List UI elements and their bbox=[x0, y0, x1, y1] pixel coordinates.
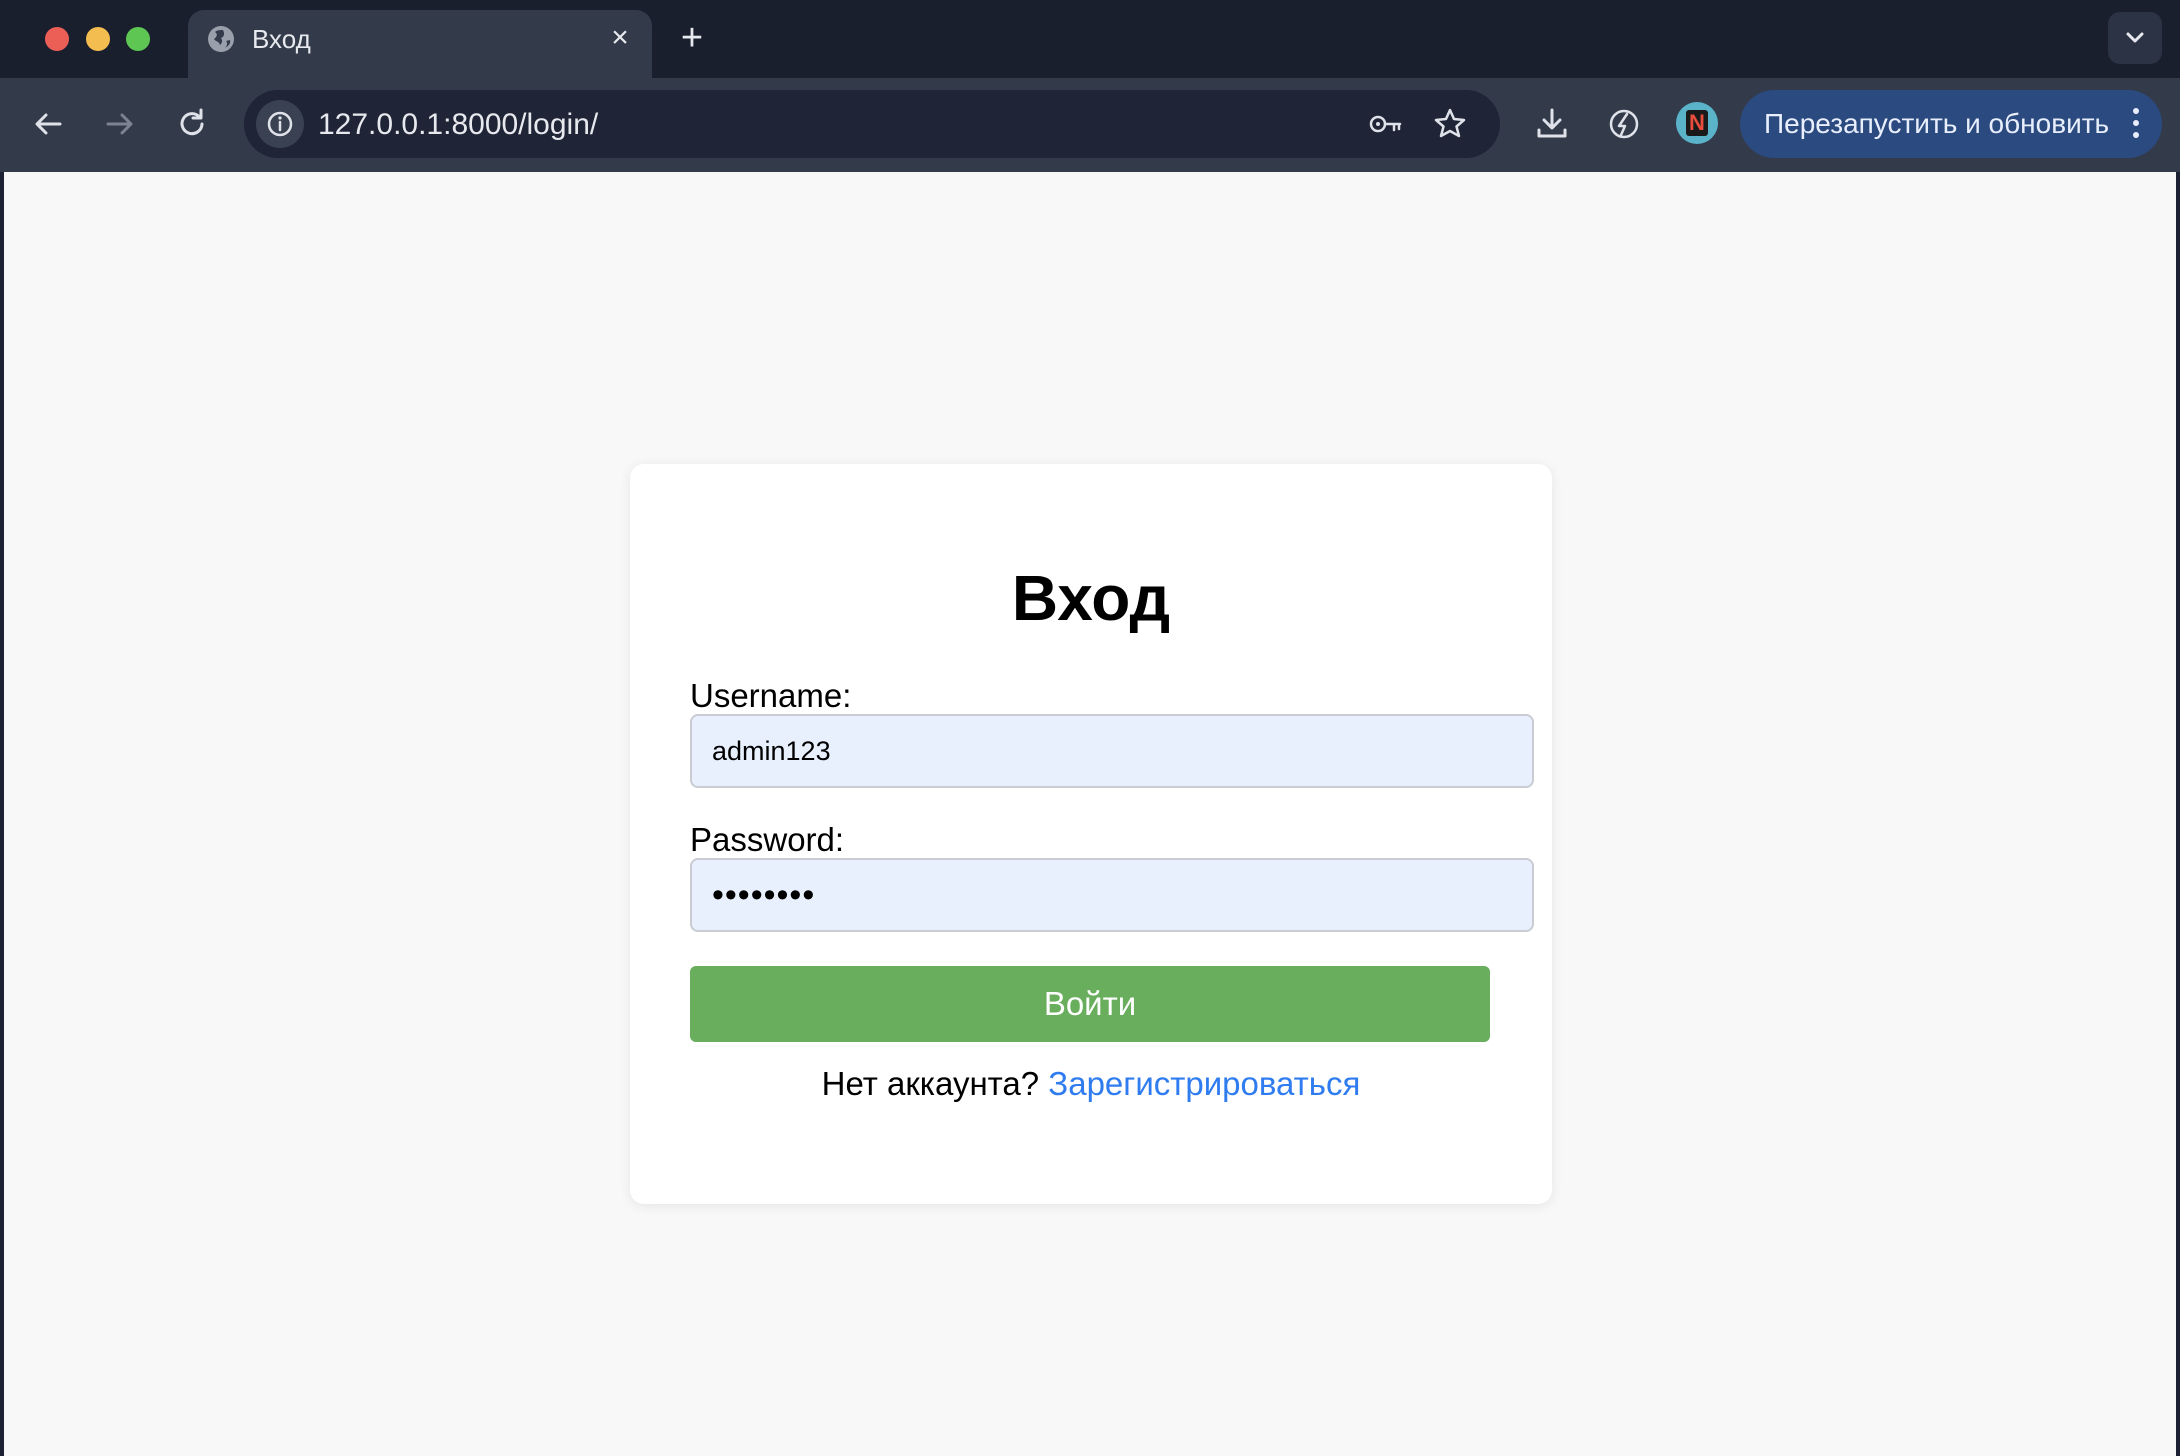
arrow-left-icon bbox=[35, 113, 62, 135]
page-title: Вход bbox=[1011, 562, 1171, 634]
page-viewport: Вход Username: admin123 Password: ••••••… bbox=[4, 172, 2176, 1456]
arrow-right-icon bbox=[106, 113, 133, 135]
restart-update-button[interactable]: Перезапустить и обновить bbox=[1740, 90, 2162, 158]
minimize-window-button[interactable] bbox=[86, 27, 110, 51]
back-button[interactable] bbox=[24, 100, 72, 148]
chevron-down-icon bbox=[2126, 32, 2144, 43]
site-info-icon[interactable] bbox=[256, 100, 304, 148]
login-button[interactable]: Войти bbox=[690, 966, 1490, 1042]
browser-toolbar: 127.0.0.1:8000/login/ N Перезапустить и … bbox=[0, 78, 2180, 172]
no-account-text: Нет аккаунта? bbox=[821, 1065, 1040, 1102]
key-icon[interactable] bbox=[1366, 104, 1406, 144]
globe-icon bbox=[206, 24, 236, 54]
new-tab-button[interactable]: + bbox=[672, 18, 712, 58]
password-label: Password: bbox=[690, 821, 845, 858]
login-card: Вход Username: admin123 Password: ••••••… bbox=[630, 464, 1552, 1204]
password-input[interactable]: •••••••• bbox=[690, 858, 1534, 932]
update-button-label: Перезапустить и обновить bbox=[1764, 108, 2110, 139]
username-input[interactable]: admin123 bbox=[690, 714, 1534, 788]
tab-active[interactable]: Вход × bbox=[188, 10, 652, 78]
reload-button[interactable] bbox=[168, 100, 216, 148]
more-vert-icon[interactable] bbox=[2126, 104, 2146, 144]
register-link[interactable]: Зарегистрироваться bbox=[1048, 1065, 1360, 1102]
performance-icon[interactable] bbox=[1602, 102, 1646, 146]
reload-icon bbox=[180, 108, 204, 136]
url-text[interactable]: 127.0.0.1:8000/login/ bbox=[318, 108, 598, 142]
username-label: Username: bbox=[690, 677, 852, 714]
register-prompt: Нет аккаунта? Зарегистрироваться bbox=[630, 1064, 1552, 1104]
avatar-letter: N bbox=[1686, 110, 1708, 136]
tab-search-button[interactable] bbox=[2108, 12, 2162, 64]
maximize-window-button[interactable] bbox=[126, 27, 150, 51]
address-bar[interactable]: 127.0.0.1:8000/login/ bbox=[244, 90, 1500, 158]
tab-title: Вход bbox=[252, 24, 311, 54]
close-window-button[interactable] bbox=[45, 27, 69, 51]
profile-avatar[interactable]: N bbox=[1676, 102, 1718, 144]
star-icon[interactable] bbox=[1430, 104, 1470, 144]
download-icon[interactable] bbox=[1530, 102, 1574, 146]
browser-window: Вход × + 127.0.0.1:8000/login/ N Перезап… bbox=[0, 0, 2180, 1456]
forward-button[interactable] bbox=[96, 100, 144, 148]
tab-close-icon[interactable]: × bbox=[604, 22, 636, 54]
tab-strip: Вход × + bbox=[0, 0, 2180, 78]
